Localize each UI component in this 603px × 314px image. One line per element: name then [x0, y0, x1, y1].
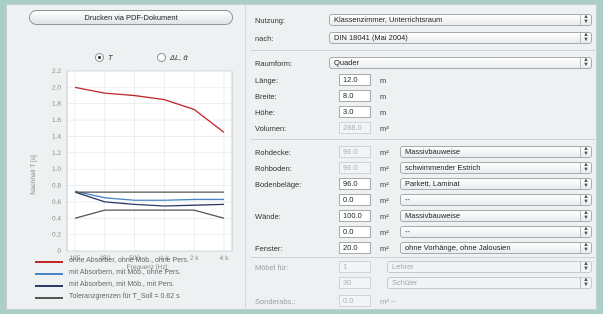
waende-select-1[interactable]: Massivbauweise ▲ ▼	[400, 210, 592, 222]
rohboden-select[interactable]: schwimmender Estrich ▲ ▼	[400, 162, 592, 174]
fenster-unit: m²	[380, 244, 389, 253]
volumen-unit: m³	[380, 124, 389, 133]
separator	[251, 50, 595, 51]
rohboden-area: 96.0	[339, 162, 371, 174]
app-window: Drucken via PDF-Dokument T ΔL, ᾱ 0 0.2 0.4…	[6, 4, 597, 311]
bodenbelaege-unit-2: m²	[380, 196, 389, 205]
fenster-label: Fenster:	[255, 244, 283, 253]
nutzung-select[interactable]: Klassenzimmer, Unterrichtsraum ▲ ▼	[329, 14, 592, 26]
legend-swatch-red	[35, 261, 63, 263]
chevron-updown-icon: ▲ ▼	[580, 179, 591, 189]
chevron-updown-icon: ▲ ▼	[580, 227, 591, 237]
chevron-updown-icon: ▲ ▼	[580, 15, 591, 25]
nach-label: nach:	[255, 34, 274, 43]
y-tick-label: 1.2	[52, 150, 61, 157]
moebel-label: Möbel für:	[255, 263, 289, 272]
chevron-updown-icon: ▲ ▼	[580, 195, 591, 205]
radio-reverberation-label: T	[108, 53, 113, 62]
moebel-count-2[interactable]: 30	[339, 277, 371, 289]
waende-area-2[interactable]: 0.0	[339, 226, 371, 238]
bodenbelaege-area-1[interactable]: 96.0	[339, 178, 371, 190]
rohdecke-select[interactable]: Massivbauweise ▲ ▼	[400, 146, 592, 158]
radio-reverberation-time[interactable]	[95, 53, 104, 62]
radio-level-absorption[interactable]	[157, 53, 166, 62]
bodenbelaege-label: Bodenbeläge:	[255, 180, 302, 189]
bodenbelaege-select-2[interactable]: -- ▲ ▼	[400, 194, 592, 206]
radio-level-label: ΔL, ᾱ	[170, 53, 188, 62]
legend-item-1: ohne Absorber, ohne Möb., ohne Pers.	[69, 257, 189, 264]
chevron-updown-icon: ▲ ▼	[580, 278, 591, 288]
laenge-label: Länge:	[255, 76, 278, 85]
chevron-updown-icon: ▲ ▼	[580, 243, 591, 253]
y-tick-label: 0.8	[52, 183, 61, 190]
legend-item-3: mit Absorbern, mit Möb., mit Pers.	[69, 281, 175, 288]
nutzung-label: Nutzung:	[255, 16, 286, 25]
x-tick-label: 4 k	[220, 255, 229, 262]
separator	[251, 139, 595, 140]
raumform-label: Raumform:	[255, 59, 293, 68]
y-tick-label: 0.2	[52, 232, 61, 239]
legend-item-4: Toleranzgrenzen für T_Soll = 0.62 s	[69, 293, 180, 300]
raumform-select[interactable]: Quader ▲ ▼	[329, 57, 592, 69]
hoehe-unit: m	[380, 108, 387, 117]
breite-unit: m	[380, 92, 387, 101]
breite-label: Breite:	[255, 92, 277, 101]
separator	[251, 257, 595, 258]
sonderabs-unit: m² --	[380, 297, 396, 306]
y-tick-labels: 0 0.2 0.4 0.6 0.8 1.0 1.2 1.4 1.6 1.8 2.0 2.2	[52, 68, 61, 255]
print-pdf-button[interactable]: Drucken via PDF-Dokument	[29, 10, 233, 25]
y-axis-label: Nachhall T [s]	[30, 155, 37, 195]
bodenbelaege-select-1[interactable]: Parkett, Laminat ▲ ▼	[400, 178, 592, 190]
laenge-input[interactable]: 12.0	[339, 74, 371, 86]
bodenbelaege-area-2[interactable]: 0.0	[339, 194, 371, 206]
volumen-readonly: 288.0	[339, 122, 371, 134]
legend-swatch-navy	[35, 285, 63, 287]
x-tick-label: 2 k	[190, 255, 199, 262]
chevron-updown-icon: ▲ ▼	[580, 163, 591, 173]
chevron-updown-icon: ▲ ▼	[580, 33, 591, 43]
norm-select[interactable]: DIN 18041 (Mai 2004) ▲ ▼	[329, 32, 592, 44]
legend-swatch-blue	[35, 273, 63, 275]
y-tick-label: 1.0	[52, 166, 61, 173]
waende-area-1[interactable]: 100.0	[339, 210, 371, 222]
y-tick-label: 1.4	[52, 133, 61, 140]
waende-unit-1: m²	[380, 212, 389, 221]
y-tick-label: 0.4	[52, 215, 61, 222]
breite-input[interactable]: 8.0	[339, 90, 371, 102]
bodenbelaege-unit-1: m²	[380, 180, 389, 189]
moebel-select-1[interactable]: Lehrer ▲ ▼	[387, 261, 592, 273]
waende-unit-2: m²	[380, 228, 389, 237]
chevron-updown-icon: ▲ ▼	[580, 58, 591, 68]
reverberation-chart: 00.20.40.60.81.01.21.41.61.82.02.2 125 25…	[30, 68, 233, 271]
rohdecke-label: Rohdecke:	[255, 148, 291, 157]
y-tick-label: 0	[57, 248, 61, 255]
rohdecke-unit: m²	[380, 148, 389, 157]
waende-select-2[interactable]: -- ▲ ▼	[400, 226, 592, 238]
rohdecke-area: 96.0	[339, 146, 371, 158]
y-tick-label: 1.8	[52, 101, 61, 108]
chevron-updown-icon: ▲ ▼	[580, 147, 591, 157]
sonderabs-label: Sonderabs.:	[255, 297, 296, 306]
sonderabs-input[interactable]: 0.0	[339, 295, 371, 307]
chevron-updown-icon: ▲ ▼	[580, 211, 591, 221]
panel-divider	[245, 5, 246, 311]
chevron-updown-icon: ▲ ▼	[580, 262, 591, 272]
hoehe-label: Höhe:	[255, 108, 276, 117]
hoehe-input[interactable]: 3.0	[339, 106, 371, 118]
y-tick-label: 0.6	[52, 199, 61, 206]
waende-label: Wände:	[255, 212, 281, 221]
rohboden-label: Rohboden:	[255, 164, 292, 173]
y-tick-label: 1.6	[52, 117, 61, 124]
fenster-select[interactable]: ohne Vorhänge, ohne Jalousien ▲ ▼	[400, 242, 592, 254]
y-tick-label: 2.0	[52, 84, 61, 91]
rohboden-unit: m²	[380, 164, 389, 173]
moebel-select-2[interactable]: Schüler ▲ ▼	[387, 277, 592, 289]
y-tick-label: 2.2	[52, 68, 61, 75]
fenster-area[interactable]: 20.0	[339, 242, 371, 254]
laenge-unit: m	[380, 76, 387, 85]
legend-item-2: mit Absorbern, mit Möb., ohne Pers.	[69, 269, 181, 276]
moebel-count-1[interactable]: 1	[339, 261, 371, 273]
legend-swatch-grey	[35, 297, 63, 299]
volumen-label: Volumen:	[255, 124, 287, 133]
